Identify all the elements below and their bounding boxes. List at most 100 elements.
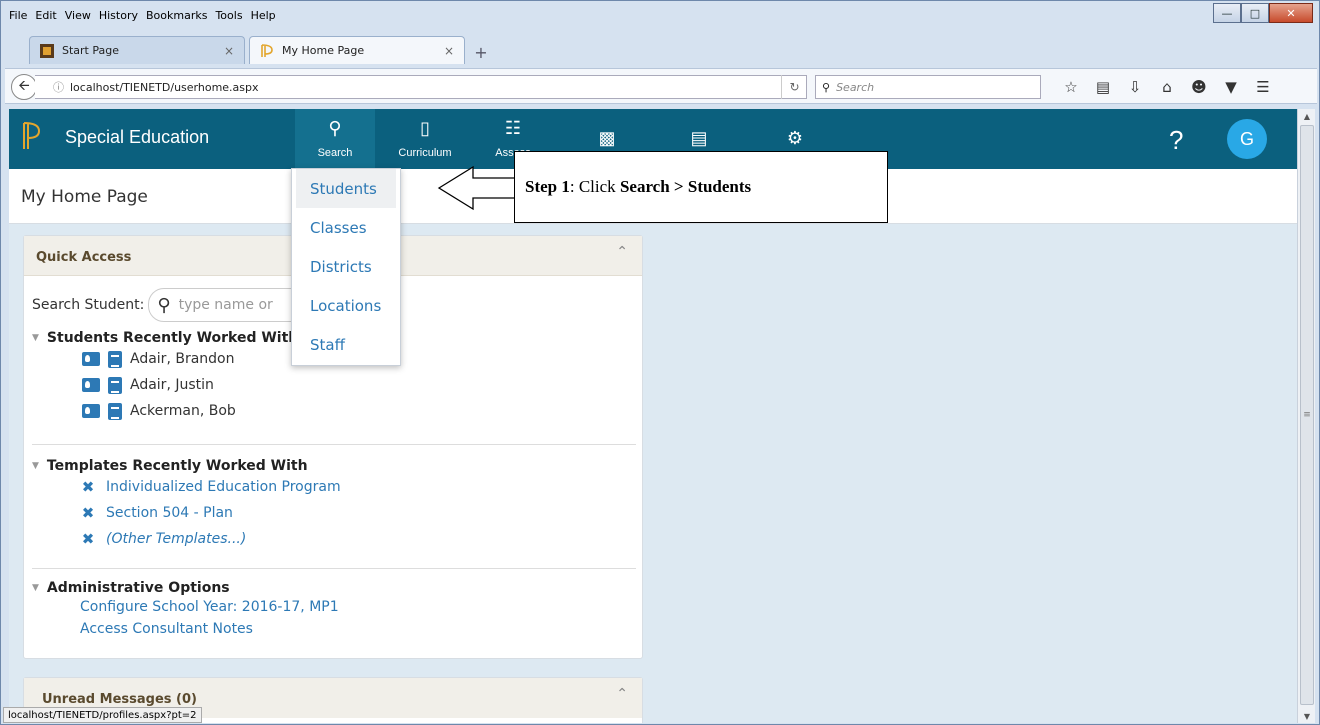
student-search-input[interactable]: ⚲ type name or [148,288,309,322]
consultant-notes-link[interactable]: Access Consultant Notes [80,621,253,637]
callout-arrow-icon [437,165,516,211]
template-row: ✖ Individualized Education Program [32,474,341,500]
search-dropdown-menu: Students Classes Districts Locations Sta… [291,168,401,366]
admin-section: ▼ Administrative Options Configure Schoo… [32,580,339,640]
instruction-callout: Step 1: Click Search > Students [514,151,888,223]
document-icon[interactable] [108,350,122,368]
scroll-thumb[interactable]: ≡ [1300,125,1314,705]
admin-heading[interactable]: ▼ Administrative Options [32,580,339,596]
tools-icon: ✖ [81,530,95,548]
document-icon[interactable] [108,376,122,394]
browser-search-input[interactable]: ⚲ Search [815,75,1041,99]
tab-my-home-page[interactable]: My Home Page × [249,36,465,64]
callout-action: Search > Students [619,177,752,196]
menu-item-staff[interactable]: Staff [292,325,400,364]
students-section: ▼ Students Recently Worked With Adair, B… [32,330,298,424]
document-icon[interactable] [108,402,122,420]
menu-item-locations[interactable]: Locations [292,286,400,325]
student-row: Adair, Justin [32,372,298,398]
menu-item-districts[interactable]: Districts [292,247,400,286]
tools-icon: ✖ [81,504,95,522]
user-avatar[interactable]: G [1227,119,1267,159]
profile-card-icon[interactable] [82,378,100,392]
download-icon[interactable]: ⇩ [1119,75,1151,99]
chevron-up-icon[interactable]: ⌃ [616,244,628,260]
gear-icon: ⚙ [786,128,804,148]
reading-list-icon[interactable]: ▤ [1087,75,1119,99]
close-window-button[interactable]: ✕ [1269,3,1313,23]
student-name[interactable]: Ackerman, Bob [130,403,236,419]
student-name[interactable]: Adair, Justin [130,377,214,393]
tools-icon: ✖ [81,478,95,496]
profile-card-icon[interactable] [82,352,100,366]
help-button[interactable]: ? [1169,125,1183,156]
pocket-icon[interactable]: ▼ [1215,75,1247,99]
tab-label: My Home Page [282,44,365,57]
menu-edit[interactable]: Edit [31,5,60,27]
menu-bar: File Edit View History Bookmarks Tools H… [5,5,280,27]
vertical-scrollbar[interactable]: ▲ ≡ ▼ [1297,109,1315,723]
templates-heading[interactable]: ▼ Templates Recently Worked With [32,458,341,474]
menu-item-classes[interactable]: Classes [292,208,400,247]
divider [32,444,636,445]
powerschool-logo-icon [261,43,273,57]
nav-label: Search [317,147,353,159]
nav-search[interactable]: ⚲ Search [295,109,375,169]
chevron-up-icon[interactable]: ⌃ [616,686,628,702]
template-row: ✖ (Other Templates...) [32,526,341,552]
search-icon: ⚲ [328,118,342,138]
menu-bookmarks[interactable]: Bookmarks [142,5,211,27]
divider [32,568,636,569]
student-search-placeholder: type name or [178,297,273,313]
scroll-down-icon[interactable]: ▼ [1298,709,1316,723]
clipboard-icon: ☷ [504,118,522,138]
magnifier-icon: ⚲ [822,80,831,94]
window-controls: — □ ✕ [1213,3,1313,23]
close-tab-icon[interactable]: × [224,44,234,58]
students-heading[interactable]: ▼ Students Recently Worked With [32,330,298,346]
profile-card-icon[interactable] [82,404,100,418]
reload-icon[interactable]: ↻ [781,75,807,99]
browser-window: File Edit View History Bookmarks Tools H… [0,0,1320,725]
students-heading-label: Students Recently Worked With [46,330,299,346]
maximize-button[interactable]: □ [1241,3,1269,23]
menu-history[interactable]: History [95,5,142,27]
info-icon[interactable]: ⓘ [53,79,64,95]
callout-step: Step 1 [525,177,570,196]
menu-tools[interactable]: Tools [211,5,246,27]
menu-help[interactable]: Help [247,5,280,27]
minimize-button[interactable]: — [1213,3,1241,23]
template-link[interactable]: Individualized Education Program [106,479,341,495]
page-viewport: Special Education ⚲ Search ▯ Curriculum … [9,109,1297,723]
template-link[interactable]: Section 504 - Plan [106,505,233,521]
nav-label: Curriculum [398,147,452,159]
panel-title: Quick Access [36,250,132,265]
callout-text: : Click [569,177,620,196]
url-bar[interactable]: ⓘ localhost/TIENETD/userhome.aspx [35,75,807,99]
templates-heading-label: Templates Recently Worked With [46,458,308,474]
tab-strip: Start Page × My Home Page × + [29,34,493,64]
admin-heading-label: Administrative Options [46,580,230,596]
menu-file[interactable]: File [5,5,31,27]
template-link[interactable]: (Other Templates...) [106,531,246,547]
toolbar-icons: ☆ ▤ ⇩ ⌂ ☻ ▼ ☰ [1055,75,1279,99]
configure-school-year-link[interactable]: Configure School Year: 2016-17, MP1 [80,599,339,615]
collapse-triangle-icon: ▼ [32,333,39,343]
tab-start-page[interactable]: Start Page × [29,36,245,64]
hamburger-menu-icon[interactable]: ☰ [1247,75,1279,99]
app-title: Special Education [65,127,210,147]
collapse-triangle-icon: ▼ [32,461,39,471]
bookmark-star-icon[interactable]: ☆ [1055,75,1087,99]
new-tab-button[interactable]: + [469,40,493,64]
scroll-up-icon[interactable]: ▲ [1298,109,1316,123]
student-search-row: Search Student: ⚲ type name or [32,288,309,322]
student-name[interactable]: Adair, Brandon [130,351,234,367]
nav-curriculum[interactable]: ▯ Curriculum [385,109,465,169]
menu-item-students[interactable]: Students [296,169,396,208]
smiley-icon[interactable]: ☻ [1183,75,1215,99]
menu-view[interactable]: View [61,5,95,27]
close-tab-icon[interactable]: × [444,44,454,58]
back-arrow-icon[interactable]: 🡨 [11,74,37,100]
collapse-triangle-icon: ▼ [32,583,39,593]
home-icon[interactable]: ⌂ [1151,75,1183,99]
